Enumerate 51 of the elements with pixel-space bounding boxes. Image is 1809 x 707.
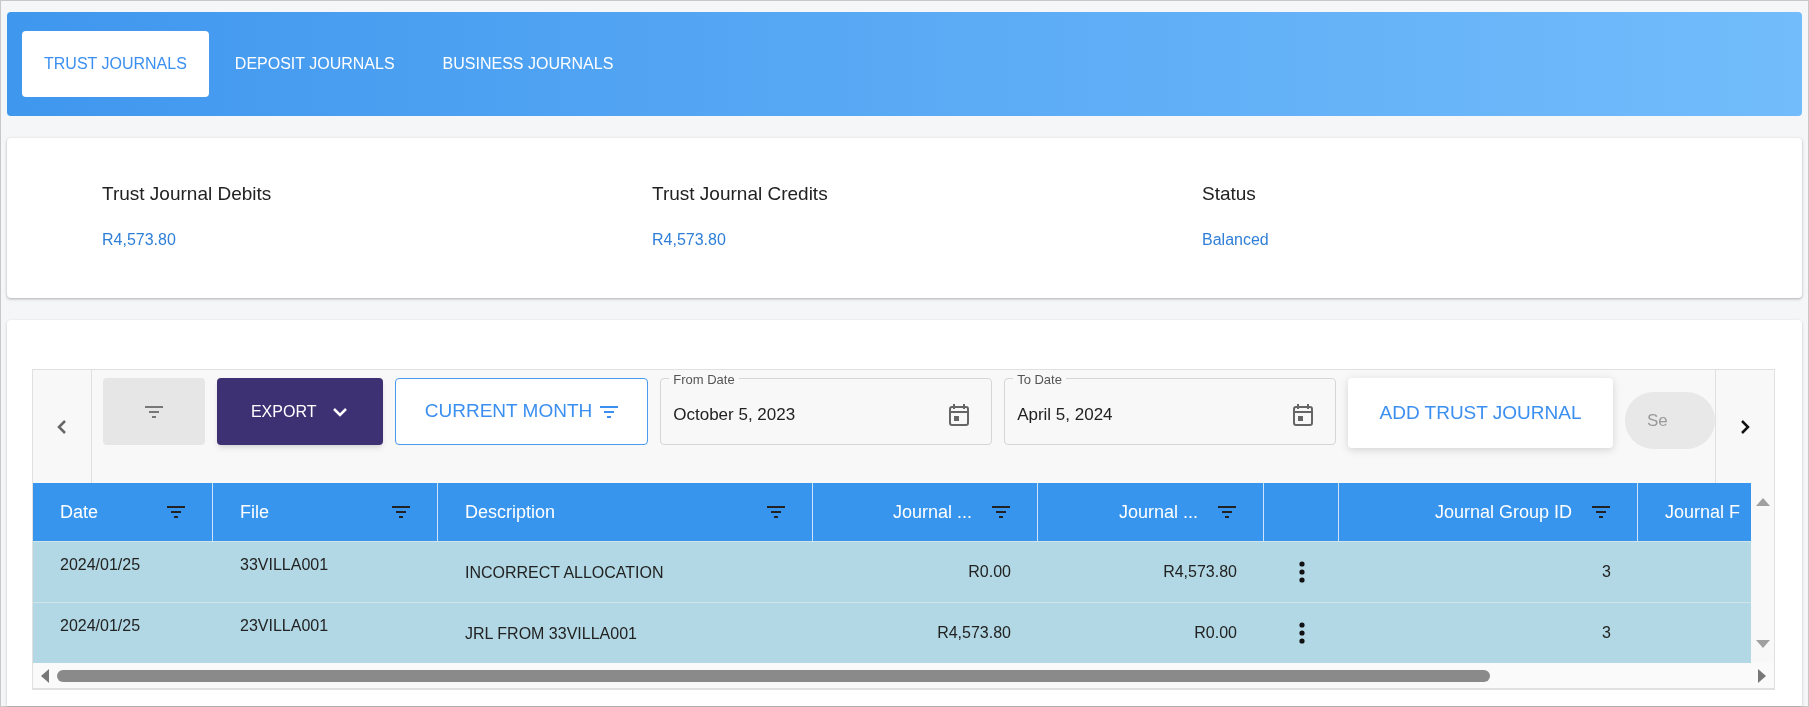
calendar-icon[interactable] [1293, 403, 1313, 426]
date-value: April 5, 2024 [1017, 403, 1113, 426]
column-header[interactable]: Description [438, 483, 813, 541]
table-cell-text: 3 [1602, 623, 1611, 643]
tab[interactable]: BUSINESS JOURNALS [420, 31, 636, 97]
table-cell-text: 3 [1602, 562, 1611, 582]
date-value: October 5, 2023 [673, 403, 796, 426]
table-cell-text: R4,573.80 [1163, 562, 1237, 582]
filter-icon[interactable] [1592, 506, 1610, 518]
current-month-button[interactable]: CURRENT MONTH [394, 378, 649, 445]
chevron-down-icon[interactable] [332, 406, 349, 417]
table-cell-text: 33VILLA001 [240, 555, 329, 575]
summary-label: Status [1202, 182, 1257, 206]
filter-icon[interactable] [992, 506, 1010, 518]
summary-label: Trust Journal Debits [102, 182, 273, 206]
filter-icon[interactable] [144, 405, 163, 418]
filter-icon[interactable] [767, 506, 785, 518]
table-cell-text: INCORRECT ALLOCATION [465, 563, 664, 583]
table-cell-text: JRL FROM 33VILLA001 [465, 624, 637, 644]
scroll-left-icon[interactable] [41, 668, 49, 683]
summary-value: Balanced [1202, 229, 1270, 250]
column-header[interactable]: Journal Group ID [1339, 483, 1638, 541]
column-header[interactable]: Journal ... [1038, 483, 1264, 541]
summary-label: Trust Journal Credits [652, 182, 829, 206]
filter-icon[interactable] [392, 506, 410, 518]
filter-icon[interactable] [600, 405, 619, 418]
more-options-icon[interactable] [1298, 622, 1305, 644]
more-options-icon[interactable] [1298, 561, 1305, 583]
export-button[interactable]: EXPORT [216, 378, 383, 445]
table-cell-text: 2024/01/25 [60, 555, 141, 575]
column-header[interactable]: Journal ... [813, 483, 1038, 541]
tab[interactable]: DEPOSIT JOURNALS [212, 31, 417, 97]
column-header[interactable]: Date [33, 483, 213, 541]
filter-icon[interactable] [1218, 506, 1236, 518]
chevron-left-icon[interactable] [57, 418, 67, 435]
table-cell-text: R0.00 [968, 562, 1011, 582]
table-cell-text: 2024/01/25 [60, 616, 141, 636]
tab[interactable]: TRUST JOURNALS [22, 31, 209, 97]
table-cell-text: R4,573.80 [937, 623, 1011, 643]
table-cell-text: 23VILLA001 [240, 616, 329, 636]
scroll-right-icon[interactable] [1758, 668, 1766, 683]
summary-value: R4,573.80 [102, 229, 177, 250]
summary-value: R4,573.80 [652, 229, 727, 250]
scrollbar-thumb[interactable] [57, 669, 1490, 682]
column-header[interactable]: Journal F [1638, 483, 1751, 541]
table-cell-text: R0.00 [1194, 623, 1237, 643]
filter-icon[interactable] [167, 506, 185, 518]
chevron-right-icon[interactable] [1740, 418, 1750, 435]
column-header[interactable]: File [213, 483, 438, 541]
calendar-icon[interactable] [949, 403, 970, 426]
add-trust-journal-button[interactable]: ADD TRUST JOURNAL [1348, 378, 1613, 448]
